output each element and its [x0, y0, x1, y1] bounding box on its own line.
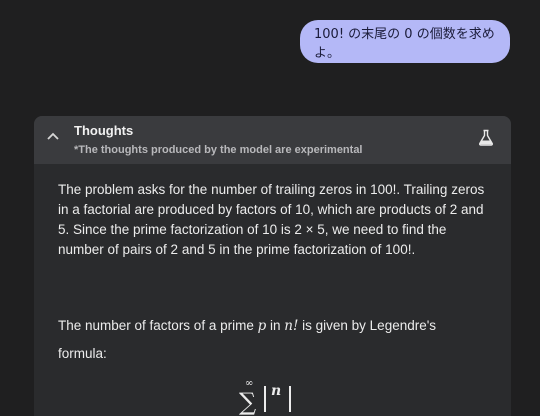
- floor-bracket-left: [264, 386, 266, 412]
- thoughts-subtitle: *The thoughts produced by the model are …: [74, 144, 363, 156]
- paragraph2-text-a: The number of factors of a prime: [58, 318, 258, 333]
- formula-numerator: n: [271, 383, 282, 399]
- paragraph2-text-b: in: [266, 318, 285, 333]
- flask-icon: [478, 129, 494, 146]
- floor-bracket-right: [289, 386, 291, 412]
- thoughts-panel: Thoughts *The thoughts produced by the m…: [34, 116, 511, 416]
- user-message-bubble: 100! の末尾の 0 の個数を求めよ。: [300, 20, 510, 63]
- user-message-text: 100! の末尾の 0 の個数を求めよ。: [314, 26, 495, 61]
- thoughts-paragraph-1: The problem asks for the number of trail…: [58, 182, 485, 257]
- thoughts-header[interactable]: Thoughts *The thoughts produced by the m…: [34, 116, 511, 164]
- sum-sign: ∑: [239, 388, 257, 416]
- math-n-factorial: n!: [284, 318, 299, 334]
- chevron-up-icon[interactable]: [46, 129, 60, 143]
- math-p: p: [257, 318, 267, 334]
- thoughts-title: Thoughts: [74, 123, 134, 138]
- thoughts-paragraph-2: The number of factors of a prime p in n!…: [58, 312, 488, 368]
